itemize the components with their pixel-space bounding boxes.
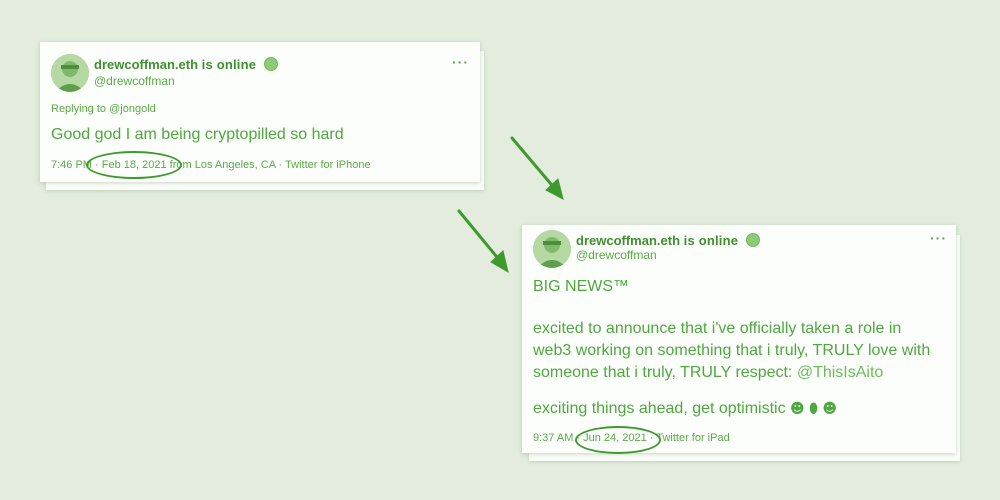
- display-name[interactable]: drewcoffman.eth is online: [576, 233, 760, 248]
- handle[interactable]: @drewcoffman: [576, 248, 657, 262]
- handle[interactable]: @drewcoffman: [94, 74, 175, 88]
- display-name[interactable]: drewcoffman.eth is online: [94, 57, 278, 72]
- emoji-icons: ☻ ⬮ ☻: [790, 401, 837, 417]
- tweet-card-1[interactable]: drewcoffman.eth is online @drewcoffman ·…: [40, 42, 480, 182]
- date-highlight-circle: [86, 151, 182, 179]
- date-highlight-circle: [575, 426, 661, 454]
- reply-prefix: Replying to: [51, 103, 107, 115]
- tweet-source: Twitter for iPad: [656, 432, 730, 444]
- tweet-card-2[interactable]: drewcoffman.eth is online @drewcoffman ·…: [522, 225, 956, 454]
- status-dot-icon: [745, 233, 760, 247]
- tweet-text: Good god I am being cryptopilled so hard: [51, 126, 344, 143]
- tweet-headline: BIG NEWS™: [533, 278, 630, 295]
- arrow-icon: [510, 136, 564, 200]
- avatar[interactable]: [533, 230, 571, 268]
- reply-mention-link[interactable]: @jongold: [109, 103, 156, 115]
- avatar[interactable]: [51, 54, 89, 92]
- more-icon[interactable]: ···: [452, 54, 469, 70]
- tweet-paragraph-2: exciting things ahead, get optimistic ☻ …: [533, 400, 837, 417]
- tweet-paragraph-1: excited to announce that i've officially…: [533, 320, 931, 381]
- arrow-icon: [457, 209, 509, 274]
- tweet-location-source: from Los Angeles, CA · Twitter for iPhon…: [169, 159, 371, 171]
- more-icon[interactable]: ···: [930, 230, 947, 246]
- replying-to: Replying to @jongold: [51, 103, 156, 115]
- status-text: is online: [201, 57, 257, 72]
- status-text: is online: [683, 233, 739, 248]
- mention-link[interactable]: @ThisIsAito: [797, 364, 883, 381]
- tweet-time[interactable]: 9:37 AM: [533, 432, 573, 444]
- status-dot-icon: [263, 57, 278, 71]
